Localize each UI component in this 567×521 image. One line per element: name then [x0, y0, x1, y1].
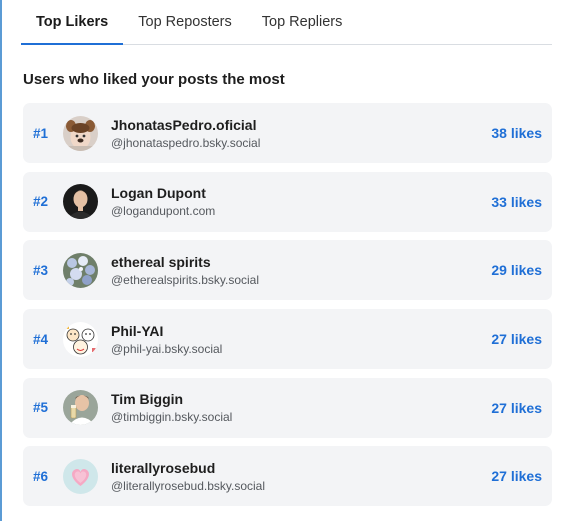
user-row-4[interactable]: #4 Phil-YAI @phil-yai.bsky.social 27 lik… — [23, 309, 552, 370]
display-name[interactable]: ethereal spirits — [111, 253, 491, 271]
avatar-dog-filter-selfie[interactable] — [63, 115, 98, 151]
like-count: 27 likes — [491, 331, 542, 348]
user-handle: @phil-yai.bsky.social — [111, 341, 223, 356]
avatar-flowers[interactable] — [63, 252, 98, 288]
user-row-1[interactable]: #1 JhonatasPedro.oficial @jhonataspedro.… — [23, 103, 552, 163]
tab-bar: Top Likers Top Reposters Top Repliers — [21, 0, 552, 45]
like-count: 38 likes — [491, 125, 542, 141]
like-count: 33 likes — [491, 193, 542, 210]
display-name[interactable]: Phil-YAI — [111, 322, 491, 340]
tab-top-repliers[interactable]: Top Repliers — [247, 0, 358, 44]
user-handle: @literallyrosebud.bsky.social — [111, 478, 266, 493]
user-row-2[interactable]: #2 Logan Dupont @logandupont.com 33 like… — [23, 171, 552, 232]
section-title: Users who liked your posts the most — [23, 71, 285, 88]
rank-label: #5 — [33, 400, 49, 416]
user-list: #1 JhonatasPedro.oficial @jhonataspedro.… — [23, 103, 552, 515]
like-count: 29 likes — [491, 262, 542, 279]
user-row-6[interactable]: #6 literallyrosebud @literallyrosebud.bs… — [23, 446, 552, 507]
avatar-cartoon-faces[interactable] — [63, 321, 98, 357]
rank-label: #2 — [33, 194, 49, 210]
user-handle: @jhonataspedro.bsky.social — [111, 135, 261, 150]
rank-label: #3 — [33, 262, 49, 278]
user-row-5[interactable]: #5 Tim Biggin @timbiggin.bsky.social 27 … — [23, 377, 552, 438]
rank-label: #1 — [33, 125, 49, 141]
like-count: 27 likes — [491, 399, 542, 416]
tab-top-reposters[interactable]: Top Reposters — [123, 0, 247, 44]
user-row-3[interactable]: #3 ethereal spirits @etherealspirits.bsk… — [23, 240, 552, 301]
user-handle: @logandupont.com — [111, 204, 216, 219]
display-name[interactable]: literallyrosebud — [111, 459, 491, 477]
rank-label: #4 — [33, 331, 49, 347]
display-name[interactable]: JhonatasPedro.oficial — [111, 116, 491, 134]
avatar-portrait-man[interactable] — [63, 184, 98, 220]
like-count: 27 likes — [491, 468, 542, 485]
rank-label: #6 — [33, 468, 49, 484]
top-likers-panel: Top Likers Top Reposters Top Repliers Us… — [0, 0, 567, 521]
user-handle: @etherealspirits.bsky.social — [111, 272, 260, 287]
avatar-man-with-glass[interactable] — [63, 390, 98, 426]
display-name[interactable]: Logan Dupont — [111, 184, 491, 202]
avatar-pink-heart[interactable] — [63, 458, 98, 494]
display-name[interactable]: Tim Biggin — [111, 390, 491, 408]
user-handle: @timbiggin.bsky.social — [111, 410, 233, 425]
tab-top-likers[interactable]: Top Likers — [21, 0, 124, 45]
